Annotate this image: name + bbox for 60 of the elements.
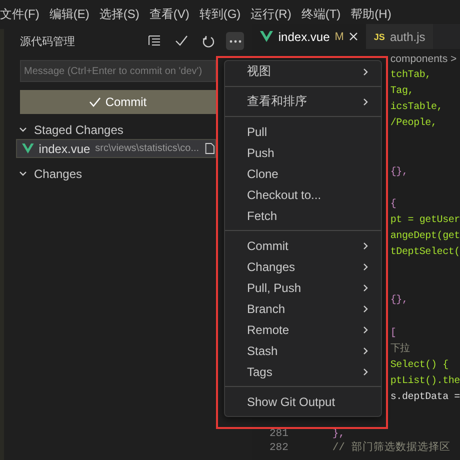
code-line: icsTable, [390, 100, 443, 116]
menu-item[interactable]: 运行(R) [250, 6, 292, 23]
file-name: index.vue [38, 142, 90, 156]
code-line: [ [390, 326, 396, 340]
menu-option[interactable]: Remote [225, 319, 381, 340]
code-line: { [390, 198, 396, 212]
message-field[interactable]: Message (Ctrl+Enter to commit on 'dev') [20, 60, 216, 82]
menu-option[interactable]: Tags [225, 361, 381, 382]
editor-tab[interactable]: JS auth.js [366, 24, 434, 49]
code-line: Tag, [390, 85, 414, 100]
menu-option[interactable]: Branch [225, 298, 381, 319]
menu-option[interactable]: Stash [225, 340, 381, 361]
menu-option[interactable]: Checkout to... [225, 184, 381, 205]
code-line: Select() { [390, 358, 448, 373]
line-number: 282 [268, 442, 288, 454]
commit-button[interactable]: Commit [20, 90, 216, 114]
more-icon[interactable] [226, 32, 244, 50]
code-line: tchTab, [390, 68, 431, 83]
modified-indicator: M [334, 30, 344, 42]
file-path: src\views\statistics\co... [95, 143, 200, 154]
breadcrumb[interactable]: components > [390, 49, 457, 68]
code-line: {}, [390, 166, 408, 180]
code-line: // 部门筛选数据选择区 [332, 440, 450, 456]
code-line: tDeptSelect( [390, 246, 460, 260]
vue-icon [260, 31, 274, 42]
menu-option[interactable]: Commit [225, 235, 381, 256]
file-icon[interactable] [204, 142, 215, 155]
code-line: /People, [390, 116, 437, 132]
line-number: 281 [268, 428, 288, 440]
section-header[interactable]: Changes [34, 166, 82, 180]
menu-item[interactable]: 选择(S) [99, 6, 140, 23]
menu-item[interactable]: 终端(T) [301, 6, 341, 23]
check-icon [89, 97, 102, 107]
vue-icon [22, 143, 34, 154]
menu-option[interactable]: 视图 [225, 61, 381, 82]
code-line: ptList().the [390, 374, 460, 389]
code-line: 下拉 [390, 342, 410, 357]
editor-tab[interactable]: index.vue M [252, 24, 366, 49]
menu-option[interactable]: Fetch [225, 205, 381, 226]
menu-item[interactable]: 查看(V) [149, 6, 190, 23]
menu-item[interactable]: 文件(F) [0, 6, 40, 23]
menu-option[interactable]: Show Git Output [225, 391, 381, 412]
code-line: angeDept(get [390, 230, 460, 244]
menu-option[interactable]: Pull, Push [225, 277, 381, 298]
menu-option[interactable]: Pull [225, 121, 381, 142]
menu-option[interactable]: 查看和排序 [225, 91, 381, 112]
menu-option[interactable]: Push [225, 142, 381, 163]
panel-title: 源代码管理 [20, 34, 76, 48]
js-icon: JS [374, 32, 385, 42]
menu-item[interactable]: 编辑(E) [49, 6, 90, 23]
code-line: pt = getUser [390, 214, 460, 228]
file-row[interactable]: index.vue src\views\statistics\co... [16, 139, 216, 158]
code-line: s.deptData = [390, 390, 460, 405]
close-icon[interactable] [348, 32, 358, 41]
menu-option[interactable]: Changes [225, 256, 381, 277]
menu-option[interactable]: Clone [225, 163, 381, 184]
menu-item[interactable]: 帮助(H) [350, 6, 392, 23]
menu-item[interactable]: 转到(G) [199, 6, 241, 23]
section-header[interactable]: Staged Changes [34, 122, 124, 136]
code-line: {}, [390, 294, 408, 308]
